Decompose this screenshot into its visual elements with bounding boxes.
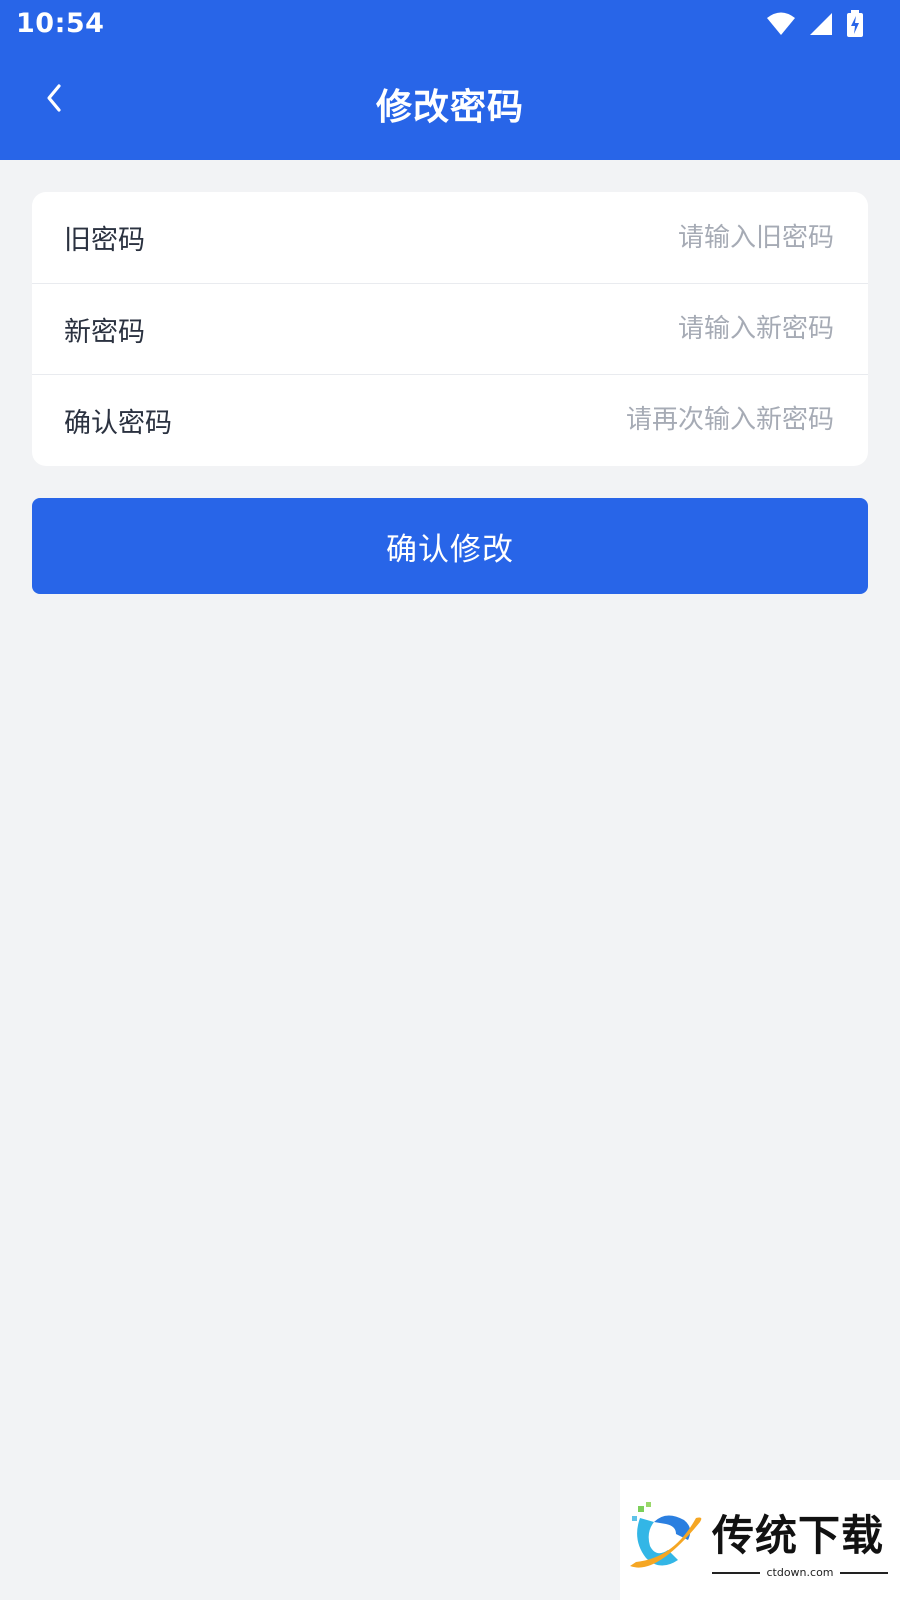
new-password-row: 新密码 xyxy=(32,283,868,374)
status-time: 10:54 xyxy=(16,8,105,39)
status-bar: 10:54 xyxy=(0,0,900,52)
confirm-change-button[interactable]: 确认修改 xyxy=(32,498,868,594)
watermark-url: ctdown.com xyxy=(766,1566,834,1579)
new-password-input[interactable] xyxy=(412,313,836,345)
watermark-brand: 传统下载 xyxy=(712,1511,885,1560)
new-password-label: 新密码 xyxy=(64,316,145,348)
confirm-password-row: 确认密码 xyxy=(32,374,868,465)
wifi-icon xyxy=(766,11,796,37)
watermark: 传统下载 ctdown.com xyxy=(620,1480,900,1600)
battery-charging-icon xyxy=(846,10,864,38)
old-password-label: 旧密码 xyxy=(64,225,145,256)
password-form-card: 旧密码 新密码 确认密码 xyxy=(32,192,868,466)
nav-bar: 修改密码 xyxy=(0,60,900,150)
watermark-url-row: ctdown.com xyxy=(712,1566,888,1579)
old-password-row: 旧密码 xyxy=(32,192,868,283)
watermark-rule-left xyxy=(712,1571,761,1574)
status-icons xyxy=(766,10,864,38)
confirm-password-label: 确认密码 xyxy=(64,407,172,439)
old-password-input[interactable] xyxy=(412,221,836,254)
header-bar: 10:54 修改密码 xyxy=(0,0,900,160)
signal-icon xyxy=(808,11,834,37)
page-title: 修改密码 xyxy=(375,87,524,128)
watermark-rule-right xyxy=(839,1571,888,1574)
confirm-password-input[interactable] xyxy=(412,404,836,436)
brand-logo-icon xyxy=(626,1500,706,1580)
